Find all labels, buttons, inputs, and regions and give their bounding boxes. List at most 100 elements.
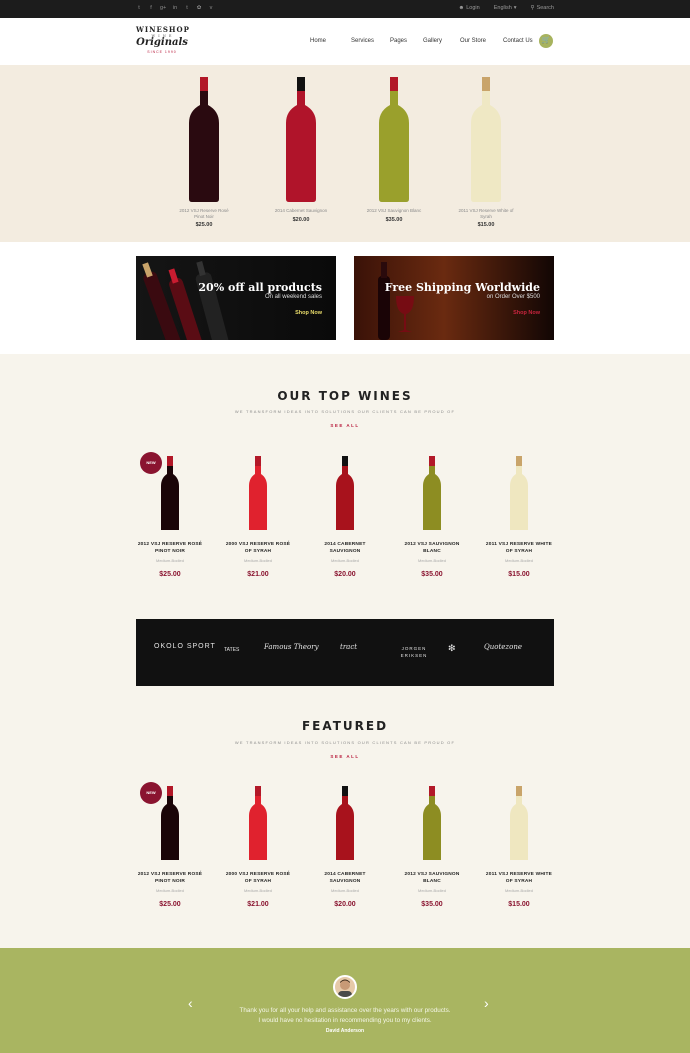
product-type: Medium-Bodied [243,888,272,893]
product-name: 2012 VSJ RESERVE ROSÉ PINOT NOIR [125,872,215,885]
testimonial-quote: Thank you for all your help and assistan… [0,1006,690,1026]
product-name: 2011 VSJ RESERVE WHITE OF SYRAH [474,872,564,885]
product-name-line1: 2014 CABERNET [324,872,366,877]
product-name-line2: PINOT NOIR [155,548,185,554]
brand-logos-strip: OKOLO SPORT TATES Famous Theory tract JO… [136,619,554,686]
promo-subtitle: on Order Over $500 [486,294,540,300]
bottle-image [213,782,303,862]
search-link[interactable]: ⚲ Search [531,5,554,11]
bottles-image [142,261,233,340]
brand-logo[interactable]: tract [340,643,357,651]
brand-logo[interactable]: JORGEN ERIKSEN [396,645,432,659]
brand-logo[interactable]: Famous Theory [264,643,319,651]
bottle-image [125,452,215,532]
top-wines-see-all[interactable]: SEE ALL [0,423,690,428]
promo-subtitle: On all weekend sales [264,294,322,300]
top-wines-title: OUR TOP WINES [277,389,413,403]
hero-product-price: $25.00 [195,222,213,228]
chevron-down-icon: ▾ [513,5,517,11]
bottle-image [213,452,303,532]
product-name-line2: OF SYRAH [244,548,272,554]
product-price: $15.00 [508,901,530,908]
hero-product[interactable]: 2012 VSJ Reserve Rosé Pinot Noir $25.00 [174,65,234,228]
linkedin-icon[interactable]: in [172,5,178,12]
product-price: $21.00 [247,901,269,908]
twitter-icon[interactable]: t [136,5,142,12]
nav-gallery[interactable]: Gallery [423,38,460,44]
product-card[interactable]: NEW 2012 VSJ RESERVE ROSÉ PINOT NOIR Medi… [125,782,215,908]
product-name-line2: OF SYRAH [505,878,533,884]
hero-product[interactable]: 2012 VSJ Sauvignon Blanc $35.00 [364,65,424,223]
product-name-line1: 2011 VSJ RESERVE WHITE [485,872,553,877]
product-card[interactable]: 2011 VSJ RESERVE WHITE OF SYRAH Medium-Bo… [474,782,564,908]
product-name-line2: BLANC [423,878,441,884]
nav-pages[interactable]: Pages [390,38,423,44]
nav-contact-us[interactable]: Contact Us [503,38,543,44]
bottle-glass-image [378,262,414,340]
product-name-line1: 2000 VSJ RESERVE ROSÉ [225,542,291,547]
featured-see-all[interactable]: SEE ALL [0,754,690,759]
promo-banner-shipping[interactable]: Free Shipping Worldwide on Order Over $5… [354,256,554,340]
quote-line2: I would have no hesitation in recommendi… [258,1017,432,1024]
product-name: 2011 VSJ RESERVE WHITE OF SYRAH [474,542,564,555]
bottle-image [271,65,331,205]
nav-home[interactable]: Home [310,38,351,44]
product-name: 2014 CABERNET SAUVIGNON [300,872,390,885]
hero-product-name: 2014 Cabernet Sauvignon [274,208,328,213]
promo-section [0,242,690,354]
product-type: Medium-Bodied [155,558,184,563]
login-link[interactable]: ☻ Login [458,5,479,11]
featured-title: FEATURED [301,719,389,733]
product-name-line1: 2011 VSJ RESERVE WHITE [485,542,553,547]
product-card[interactable]: 2014 CABERNET SAUVIGNON Medium-Bodied $20… [300,782,390,908]
product-card[interactable]: 2012 VSJ SAUVIGNON BLANC Medium-Bodied $3… [387,452,477,578]
facebook-icon[interactable]: f [148,5,154,12]
product-name-line2: OF SYRAH [244,878,272,884]
cart-icon[interactable]: 🛒 [539,34,553,48]
brand-logo[interactable]: OKOLO SPORT [154,643,216,650]
language-select[interactable]: English ▾ [494,5,517,11]
next-arrow-icon[interactable]: › [484,995,489,1011]
product-type: Medium-Bodied [330,888,359,893]
promo-banner-discount[interactable]: 20% off all products On all weekend sale… [136,256,336,340]
flickr-icon[interactable]: ✿ [196,5,202,12]
search-label: Search [536,5,554,11]
site-header: WINESHOP W I N E Originals SINCE 1990 Ho… [0,18,690,65]
product-card[interactable]: 2014 CABERNET SAUVIGNON Medium-Bodied $20… [300,452,390,578]
deer-icon[interactable]: ❇ [448,643,456,654]
shop-now-link[interactable]: Shop Now [513,310,540,316]
product-name-line2: SAUVIGNON [329,548,361,554]
bottle-image [300,452,390,532]
brand-logo[interactable]: Quotezone [484,643,522,651]
bottle-image [300,782,390,862]
logo[interactable]: WINESHOP W I N E Originals SINCE 1990 [136,25,189,59]
product-name-line1: 2012 VSJ RESERVE ROSÉ [137,872,203,877]
product-card[interactable]: 2000 VSJ RESERVE ROSÉ OF SYRAH Medium-Bod… [213,452,303,578]
vimeo-icon[interactable]: v [208,5,214,12]
hero-product[interactable]: 2014 Cabernet Sauvignon $20.00 [271,65,331,223]
tumblr-icon[interactable]: t [184,5,190,12]
google-plus-icon[interactable]: g+ [160,5,166,12]
shop-now-link[interactable]: Shop Now [295,310,322,316]
product-card[interactable]: 2000 VSJ RESERVE ROSÉ OF SYRAH Medium-Bod… [213,782,303,908]
user-icon: ☻ [458,5,465,11]
nav-our-store[interactable]: Our Store [460,38,503,44]
new-badge: NEW [140,782,162,804]
avatar [333,975,357,999]
product-card[interactable]: NEW 2012 VSJ RESERVE ROSÉ PINOT NOIR Medi… [125,452,215,578]
product-name-line1: 2014 CABERNET [324,542,366,547]
new-badge: NEW [140,452,162,474]
brand-logo[interactable]: TATES [224,647,239,653]
language-label: English [493,5,512,11]
hero-product[interactable]: 2011 VSJ Reserve White of Syrah $15.00 [456,65,516,228]
product-card[interactable]: 2012 VSJ SAUVIGNON BLANC Medium-Bodied $3… [387,782,477,908]
bottle-image [474,452,564,532]
social-links: t f g+ in t ✿ v [136,5,214,12]
nav-services[interactable]: Services [351,38,390,44]
product-card[interactable]: 2011 VSJ RESERVE WHITE OF SYRAH Medium-Bo… [474,452,564,578]
promo-title: Free Shipping Worldwide [384,281,540,294]
product-name-line2: SAUVIGNON [329,878,361,884]
product-price: $15.00 [508,571,530,578]
product-name-line2: BLANC [423,548,441,554]
top-wines-subtitle: WE TRANSFORM IDEAS INTO SOLUTIONS OUR CL… [234,409,456,414]
